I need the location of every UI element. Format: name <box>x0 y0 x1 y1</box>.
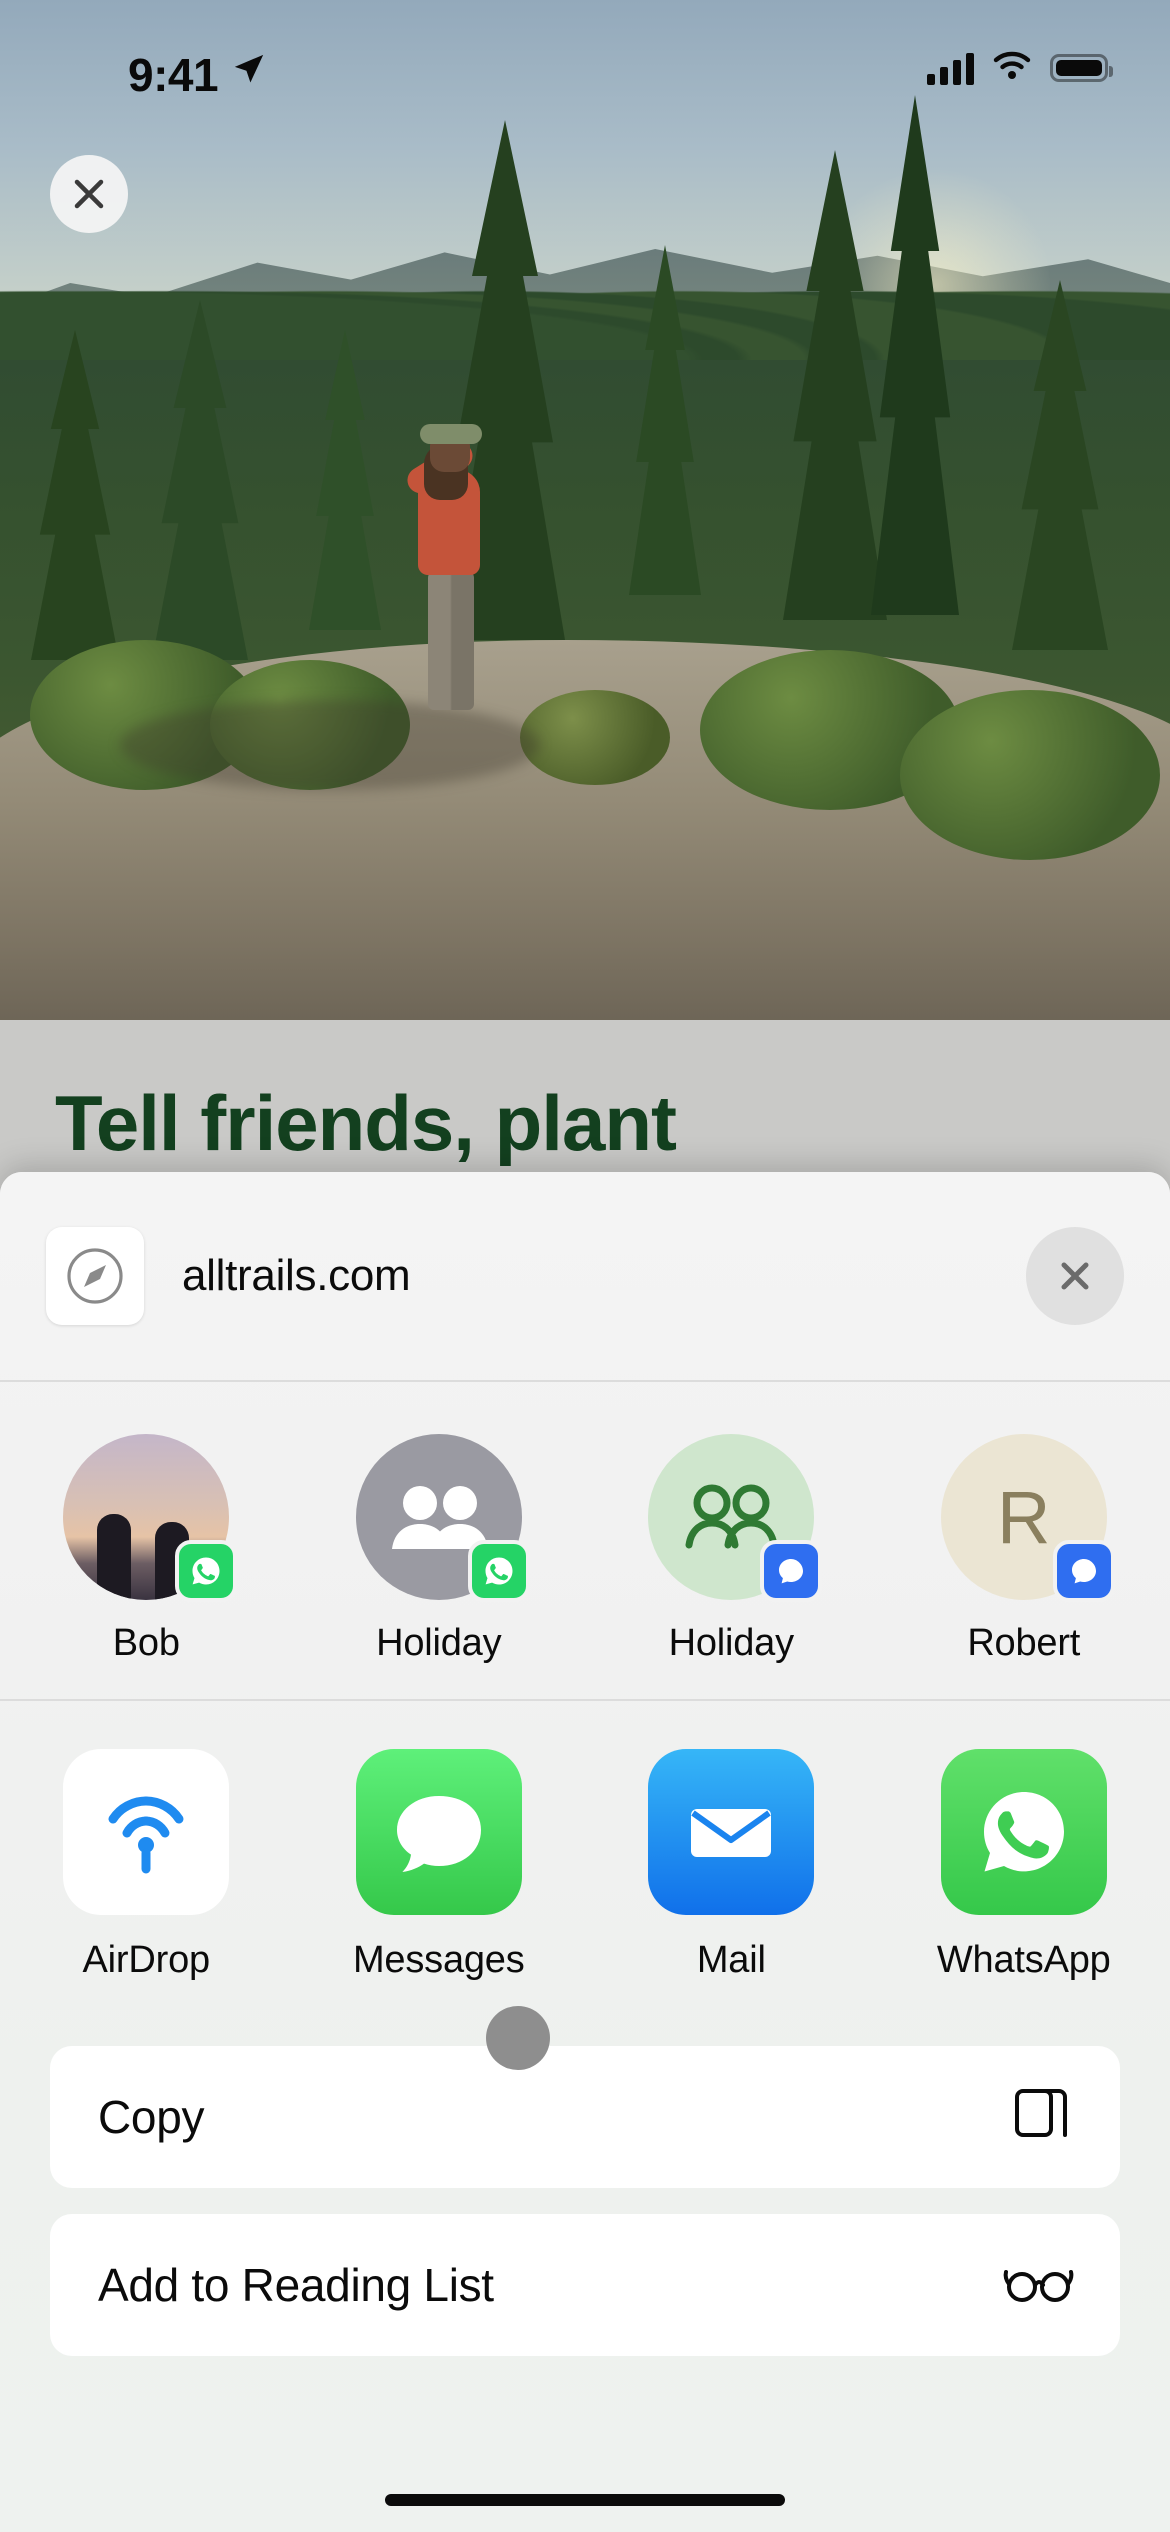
page-title: Tell friends, plant <box>55 1080 677 1167</box>
contact-item[interactable]: Holiday <box>293 1434 586 1665</box>
share-sheet: alltrails.com Bob Holiday Holiday R Robe… <box>0 1172 1170 2532</box>
shrub <box>520 690 670 785</box>
share-app-airdrop[interactable]: AirDrop <box>0 1749 293 1982</box>
cellular-bars-icon <box>927 51 974 85</box>
action-label: Copy <box>98 2091 205 2143</box>
hiker-hat <box>420 424 482 444</box>
airdrop-icon <box>63 1749 230 1915</box>
status-time: 9:41 <box>128 49 219 101</box>
close-icon <box>74 179 104 209</box>
whatsapp-icon <box>175 1540 238 1602</box>
share-app-label: AirDrop <box>82 1939 211 1981</box>
iphone-screen: Tell friends, plant 9:41 alltrails.com B… <box>0 0 1170 2532</box>
copy-icon <box>1008 2082 1074 2153</box>
battery-full-icon <box>1050 53 1113 82</box>
share-app-label: Mail <box>696 1939 766 1981</box>
hero-photo <box>0 0 1170 1020</box>
action-copy[interactable]: Copy <box>50 2046 1120 2188</box>
hiker-shadow <box>120 700 540 790</box>
wifi-icon <box>992 50 1032 85</box>
contact-name: Holiday <box>668 1622 795 1664</box>
suggested-contacts-row: Bob Holiday Holiday R Robert <box>0 1382 1170 1699</box>
close-icon <box>1061 1262 1089 1290</box>
contact-name: Robert <box>967 1622 1081 1664</box>
mail-icon <box>648 1749 815 1915</box>
home-indicator <box>385 2494 785 2506</box>
signal-icon <box>1052 1540 1115 1602</box>
hiker-legs <box>428 570 474 710</box>
contact-item[interactable]: R Robert <box>878 1434 1170 1665</box>
share-apps-row: AirDrop Messages Mail WhatsApp <box>0 1701 1170 2016</box>
share-app-label: Messages <box>352 1939 525 1981</box>
share-app-mail[interactable]: Mail <box>585 1749 878 1982</box>
page-close-button[interactable] <box>50 155 128 233</box>
share-site-title: alltrails.com <box>182 1251 411 1300</box>
messages-icon <box>355 1749 522 1915</box>
whatsapp-icon <box>940 1749 1107 1915</box>
status-indicators <box>927 50 1113 85</box>
location-arrow-icon <box>232 52 266 91</box>
share-sheet-close-button[interactable] <box>1026 1227 1124 1325</box>
signal-icon <box>760 1540 823 1602</box>
share-app-whatsapp[interactable]: WhatsApp <box>878 1749 1170 1982</box>
contact-item[interactable]: Bob <box>0 1434 293 1665</box>
share-actions-list: Copy Add to Reading List <box>0 2006 1170 2356</box>
safari-compass-icon <box>46 1227 144 1325</box>
glasses-icon <box>1000 2257 1074 2314</box>
shrub <box>900 690 1160 860</box>
action-add-to-reading-list[interactable]: Add to Reading List <box>50 2214 1120 2356</box>
share-app-label: WhatsApp <box>936 1939 1111 1981</box>
share-app-messages[interactable]: Messages <box>293 1749 586 1982</box>
whatsapp-icon <box>467 1540 530 1602</box>
status-bar: 9:41 <box>0 0 1170 128</box>
share-sheet-header: alltrails.com <box>0 1172 1170 1380</box>
contact-name: Holiday <box>376 1622 502 1664</box>
scroll-knob[interactable] <box>486 2006 550 2070</box>
action-label: Add to Reading List <box>98 2259 494 2311</box>
contact-item[interactable]: Holiday <box>585 1434 878 1665</box>
contact-name: Bob <box>112 1622 180 1664</box>
